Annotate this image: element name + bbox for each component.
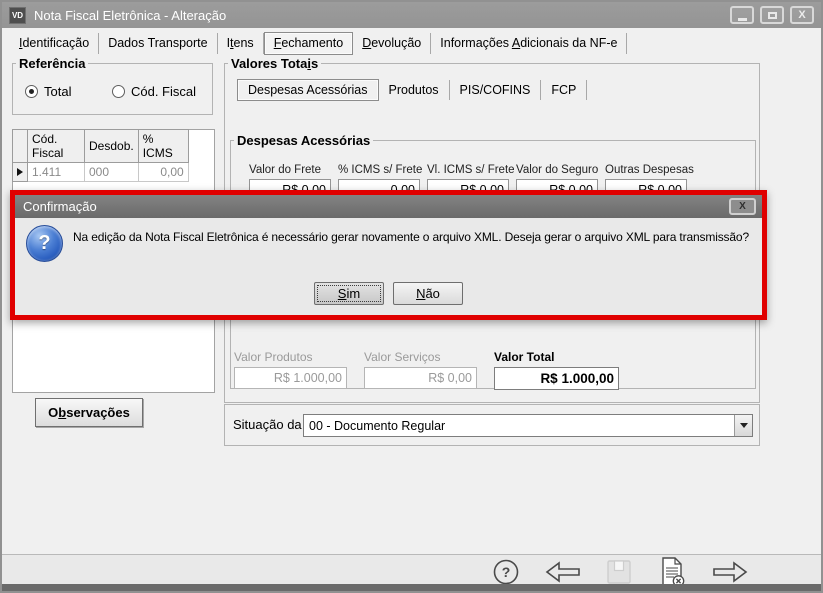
valor-produtos-label: Valor Produtos — [234, 350, 347, 364]
maximize-button[interactable] — [760, 6, 784, 24]
help-icon: ? — [491, 557, 521, 587]
col-cod-fiscal: Cód. Fiscal — [28, 130, 85, 163]
save-button — [605, 558, 633, 586]
valor-servicos-input — [364, 367, 477, 389]
sim-button[interactable]: Sim — [314, 282, 384, 305]
field-valor-produtos: Valor Produtos — [234, 350, 347, 389]
minimize-icon — [738, 18, 747, 21]
dialog-title: Confirmação — [23, 199, 97, 214]
app-logo-icon: VD — [9, 7, 26, 24]
close-button[interactable]: X — [790, 6, 814, 24]
tab-identificacao[interactable]: Identificação — [10, 33, 99, 54]
observacoes-button[interactable]: Observações — [35, 398, 143, 427]
situacao-panel: Situação da NF: 00 - Documento Regular — [224, 404, 760, 446]
close-icon: X — [798, 10, 805, 21]
radio-total[interactable]: Total — [25, 84, 71, 99]
cell-cod-fiscal: 1.411 — [28, 163, 85, 182]
tab-pis-cofins[interactable]: PIS/COFINS — [450, 80, 542, 100]
question-glyph: ? — [38, 232, 50, 255]
radio-total-label: Total — [44, 84, 71, 99]
valores-tab-bar: Despesas Acessórias Produtos PIS/COFINS … — [237, 78, 759, 101]
tab-fechamento[interactable]: Fechamento — [264, 32, 354, 55]
tab-informacoes-adicionais[interactable]: Informações Adicionais da NF-e — [431, 33, 627, 54]
outras-despesas-label: Outras Despesas — [605, 164, 687, 176]
field-valor-servicos: Valor Serviços — [364, 350, 477, 389]
svg-text:?: ? — [502, 564, 511, 580]
col-icms: % ICMS — [138, 130, 188, 163]
valor-frete-label: Valor do Frete — [249, 164, 331, 176]
bottom-toolbar: ? — [2, 554, 821, 588]
save-icon — [605, 558, 633, 586]
radio-checked-icon — [25, 85, 38, 98]
nao-button[interactable]: Não — [393, 282, 463, 305]
fiscal-table: Cód. Fiscal Desdob. % ICMS 1.411 000 0,0… — [12, 129, 189, 182]
question-icon: ? — [26, 225, 63, 262]
valores-totais-legend: Valores Totais — [228, 56, 321, 71]
window-title: Nota Fiscal Eletrônica - Alteração — [34, 8, 226, 23]
referencia-group: Referência Total Cód. Fiscal — [12, 56, 213, 115]
close-icon: X — [739, 201, 746, 212]
dialog-message: Na edição da Nota Fiscal Eletrônica é ne… — [73, 230, 756, 244]
situacao-value: 00 - Documento Regular — [304, 419, 734, 433]
back-arrow-icon — [544, 558, 582, 586]
tab-dados-transporte[interactable]: Dados Transporte — [99, 33, 217, 54]
table-row[interactable]: 1.411 000 0,00 — [13, 163, 189, 182]
cancel-document-icon — [656, 556, 688, 588]
tab-produtos[interactable]: Produtos — [379, 80, 450, 100]
chevron-down-icon — [740, 423, 748, 428]
main-tab-bar: Identificação Dados Transporte Itens Fec… — [10, 32, 627, 54]
row-indicator-icon — [17, 168, 23, 176]
fiscal-table-header: Cód. Fiscal Desdob. % ICMS — [13, 130, 189, 163]
dialog-close-button[interactable]: X — [729, 198, 756, 215]
icms-frete-pct-label: % ICMS s/ Frete — [338, 164, 420, 176]
combo-dropdown-button[interactable] — [734, 415, 752, 436]
radio-cod-fiscal-label: Cód. Fiscal — [131, 84, 196, 99]
app-window: VD Nota Fiscal Eletrônica - Alteração X … — [0, 0, 823, 593]
dialog-title-bar: Confirmação X — [15, 195, 762, 218]
confirmation-dialog: Confirmação X ? Na edição da Nota Fiscal… — [10, 190, 767, 320]
radio-unchecked-icon — [112, 85, 125, 98]
valor-total-label: Valor Total — [494, 350, 619, 364]
radio-cod-fiscal[interactable]: Cód. Fiscal — [112, 84, 202, 99]
title-bar: VD Nota Fiscal Eletrônica - Alteração X — [2, 2, 821, 28]
forward-button[interactable] — [711, 558, 749, 586]
window-controls: X — [730, 6, 814, 24]
back-button[interactable] — [544, 558, 582, 586]
valor-seguro-label: Valor do Seguro — [516, 164, 598, 176]
cell-icms: 0,00 — [138, 163, 188, 182]
forward-arrow-icon — [711, 558, 749, 586]
tab-itens[interactable]: Itens — [218, 33, 264, 54]
tab-fcp[interactable]: FCP — [541, 80, 587, 100]
vl-icms-frete-label: Vl. ICMS s/ Frete — [427, 164, 509, 176]
cell-desdob: 000 — [85, 163, 139, 182]
help-button[interactable]: ? — [491, 557, 521, 587]
valor-total-input[interactable] — [494, 367, 619, 390]
valor-produtos-input — [234, 367, 347, 389]
field-valor-total: Valor Total — [494, 350, 619, 390]
valor-servicos-label: Valor Serviços — [364, 350, 477, 364]
despesas-acessorias-legend: Despesas Acessórias — [234, 133, 373, 148]
window-bottom-edge — [2, 584, 821, 591]
cancel-document-button[interactable] — [656, 556, 688, 588]
tab-devolucao[interactable]: Devolução — [353, 33, 431, 54]
minimize-button[interactable] — [730, 6, 754, 24]
situacao-combobox[interactable]: 00 - Documento Regular — [303, 414, 753, 437]
col-desdob: Desdob. — [85, 130, 139, 163]
maximize-icon — [768, 12, 777, 19]
tab-despesas-acessorias[interactable]: Despesas Acessórias — [237, 79, 379, 101]
dialog-body: ? Na edição da Nota Fiscal Eletrônica é … — [15, 218, 762, 315]
referencia-legend: Referência — [16, 56, 88, 71]
